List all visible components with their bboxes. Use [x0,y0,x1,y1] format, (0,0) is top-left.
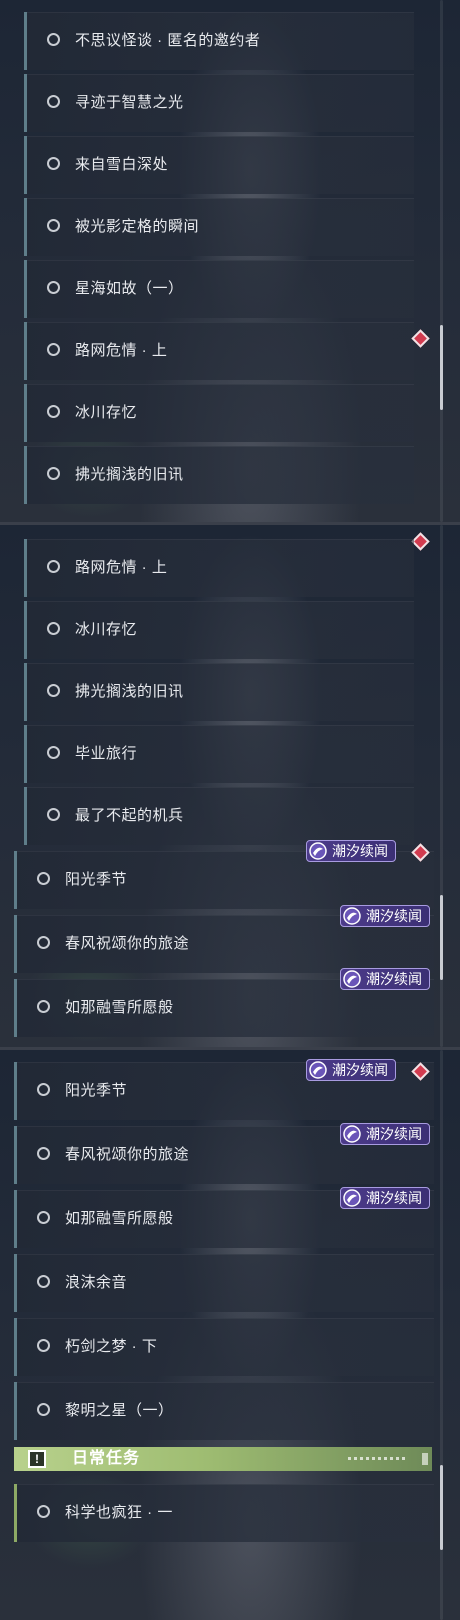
quest-name: 阳光季节 [65,1082,128,1099]
red-diamond-icon [411,329,430,348]
quest-item[interactable]: 浪沫余音 [14,1254,434,1312]
quest-name: 冰川存忆 [75,404,138,421]
quest-item[interactable]: 最了不起的机兵 [24,787,414,845]
quest-name: 春风祝颂你的旅途 [65,935,190,952]
circle-outline-icon [37,872,50,885]
circle-outline-icon [37,1339,50,1352]
quest-name: 拂光搁浅的旧讯 [75,466,184,483]
circle-outline-icon [47,808,60,821]
tide-swirl-icon [309,1061,327,1079]
circle-outline-icon [47,33,60,46]
circle-outline-icon [47,746,60,759]
quest-name: 阳光季节 [65,871,128,888]
daily-tasks-label: 日常任务 [72,1450,141,1467]
quest-item[interactable]: 寻迹于智慧之光 [24,74,414,132]
tide-story-badge: 潮汐续闻 [340,905,430,927]
quest-list-panel-3: 阳光季节 春风祝颂你的旅途 如那融雪所愿般 浪沫余音 朽剑之梦 · 下 黎明之星… [0,1050,460,1620]
circle-outline-icon [37,1403,50,1416]
circle-outline-icon [47,157,60,170]
quest-name: 拂光搁浅的旧讯 [75,683,184,700]
tide-swirl-icon [309,842,327,860]
quest-name: 春风祝颂你的旅途 [65,1146,190,1163]
quest-name: 来自雪白深处 [75,156,169,173]
scrollbar[interactable] [440,525,443,1047]
badge-label: 潮汐续闻 [366,971,422,987]
quest-name: 最了不起的机兵 [75,807,184,824]
circle-outline-icon [47,343,60,356]
quest-item[interactable]: 星海如故（一） [24,260,414,318]
badge-label: 潮汐续闻 [366,1126,422,1142]
scrollbar-thumb[interactable] [440,1465,443,1550]
quest-item[interactable]: 拂光搁浅的旧讯 [24,446,414,504]
badge-label: 潮汐续闻 [332,843,388,859]
circle-outline-icon [47,467,60,480]
quest-item[interactable]: 冰川存忆 [24,601,414,659]
header-decoration [422,1453,428,1465]
quest-item[interactable]: 来自雪白深处 [24,136,414,194]
tide-story-badge: 潮汐续闻 [340,968,430,990]
quest-name: 不思议怪谈 · 匿名的邀约者 [75,32,261,49]
quest-list-panel-2: 路网危情 · 上 冰川存忆 拂光搁浅的旧讯 毕业旅行 最了不起的机兵 阳光季节 … [0,525,460,1047]
scrollbar[interactable] [440,1050,443,1620]
quest-item[interactable]: 不思议怪谈 · 匿名的邀约者 [24,12,414,70]
scrollbar[interactable] [440,0,443,522]
tide-story-badge: 潮汐续闻 [340,1123,430,1145]
circle-outline-icon [47,281,60,294]
badge-label: 潮汐续闻 [366,1190,422,1206]
quest-name: 被光影定格的瞬间 [75,218,200,235]
tide-story-badge: 潮汐续闻 [306,1059,396,1081]
circle-outline-icon [47,405,60,418]
quest-item[interactable]: 拂光搁浅的旧讯 [24,663,414,721]
quest-item[interactable]: 路网危情 · 上 [24,322,414,380]
header-decoration [348,1457,408,1460]
quest-item[interactable]: 科学也疯狂 · 一 [14,1484,434,1542]
quest-name: 寻迹于智慧之光 [75,94,184,111]
tide-swirl-icon [343,907,361,925]
badge-label: 潮汐续闻 [366,908,422,924]
quest-item[interactable]: 朽剑之梦 · 下 [14,1318,434,1376]
circle-outline-icon [37,936,50,949]
circle-outline-icon [37,1211,50,1224]
quest-name: 科学也疯狂 · 一 [65,1504,173,1521]
quest-name: 黎明之星（一） [65,1402,174,1419]
quest-item[interactable]: 黎明之星（一） [14,1382,434,1440]
quest-item[interactable]: 路网危情 · 上 [24,539,414,597]
quest-name: 如那融雪所愿般 [65,999,174,1016]
quest-name: 朽剑之梦 · 下 [65,1338,158,1355]
quest-item[interactable]: 冰川存忆 [24,384,414,442]
quest-name: 如那融雪所愿般 [65,1210,174,1227]
quest-name: 路网危情 · 上 [75,342,168,359]
circle-outline-icon [37,1275,50,1288]
circle-outline-icon [47,560,60,573]
circle-outline-icon [47,219,60,232]
quest-name: 浪沫余音 [65,1274,128,1291]
tide-story-badge: 潮汐续闻 [306,840,396,862]
quest-name: 路网危情 · 上 [75,559,168,576]
tide-story-badge: 潮汐续闻 [340,1187,430,1209]
circle-outline-icon [47,622,60,635]
circle-outline-icon [47,684,60,697]
red-diamond-icon [411,532,430,551]
circle-outline-icon [37,1000,50,1013]
circle-outline-icon [47,95,60,108]
quest-list-panel-1: 不思议怪谈 · 匿名的邀约者 寻迹于智慧之光 来自雪白深处 被光影定格的瞬间 星… [0,0,460,522]
daily-tasks-header[interactable]: ! 日常任务 [14,1447,432,1471]
exclamation-icon: ! [28,1450,46,1468]
tide-swirl-icon [343,1125,361,1143]
tide-swirl-icon [343,1189,361,1207]
tide-swirl-icon [343,970,361,988]
quest-item[interactable]: 毕业旅行 [24,725,414,783]
quest-item[interactable]: 被光影定格的瞬间 [24,198,414,256]
quest-name: 星海如故（一） [75,280,184,297]
circle-outline-icon [37,1083,50,1096]
scrollbar-thumb[interactable] [440,325,443,410]
scrollbar-thumb[interactable] [440,895,443,980]
quest-name: 毕业旅行 [75,745,138,762]
circle-outline-icon [37,1147,50,1160]
circle-outline-icon [37,1505,50,1518]
badge-label: 潮汐续闻 [332,1062,388,1078]
quest-name: 冰川存忆 [75,621,138,638]
